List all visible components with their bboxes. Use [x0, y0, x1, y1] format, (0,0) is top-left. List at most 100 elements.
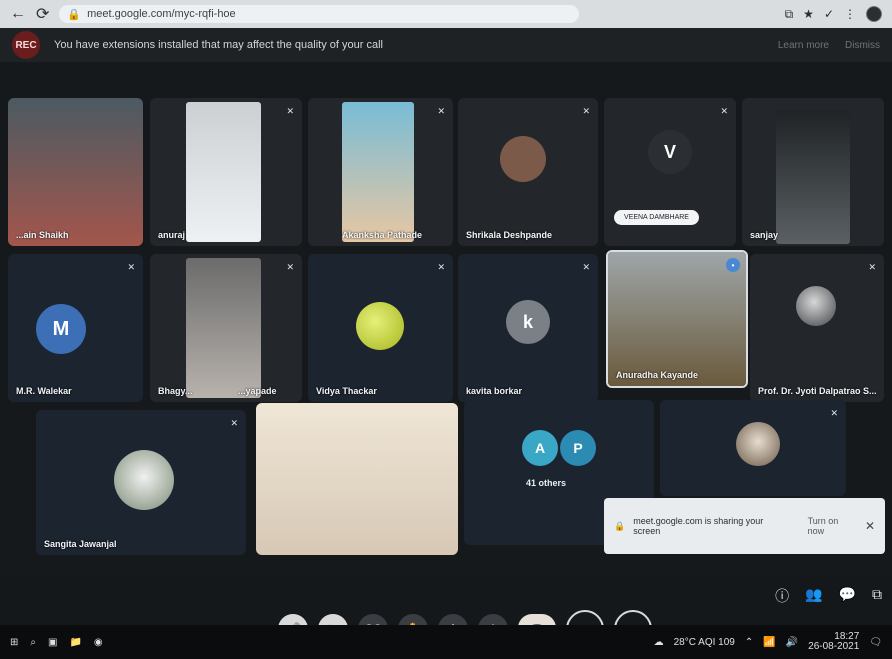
mic-off-icon: ✕	[437, 106, 445, 116]
mic-off-icon: ✕	[286, 106, 294, 116]
participant-avatar	[114, 450, 174, 510]
windows-taskbar: ⊞ ⌕ ▣ 📁 ◉ ☁ 28°C AQI 109 ⌃ 📶 🔊 18:27 26-…	[0, 625, 892, 659]
mic-off-icon: ✕	[230, 418, 238, 428]
participant-name: Anuradha Kayande	[616, 370, 699, 380]
participant-name: ...ain Shaikh	[16, 230, 69, 240]
taskbar-icons: ⊞ ⌕ ▣ 📁 ◉	[10, 637, 103, 648]
chat-icon[interactable]: 💬	[839, 586, 856, 606]
participant-avatar-p: P	[560, 430, 596, 466]
participant-name: Sangita Jawanjal	[44, 539, 117, 549]
participant-video	[8, 98, 143, 246]
menu-icon[interactable]: ⋮	[844, 7, 856, 21]
participant-name-secondary: ...yapade	[238, 386, 277, 396]
weather-text: 28°C AQI 109	[673, 636, 735, 648]
participant-tile-12[interactable]: Prof. Dr. Jyoti Dalpatrao S... ✕	[750, 254, 884, 402]
back-icon[interactable]: ←	[10, 5, 26, 23]
check-icon[interactable]: ✓	[824, 7, 834, 21]
address-bar[interactable]: 🔒 meet.google.com/myc-rqfi-hoe	[59, 5, 580, 23]
participant-name: sanjay	[750, 230, 779, 240]
participant-name: Bhagy...	[158, 386, 193, 396]
file-explorer-icon[interactable]: 📁	[69, 637, 81, 648]
participant-video	[342, 102, 414, 242]
participant-tile-10[interactable]: k kavita borkar ✕	[458, 254, 598, 402]
participant-video	[186, 102, 261, 242]
recording-indicator: REC	[12, 31, 40, 59]
mic-off-icon: ✕	[437, 262, 445, 272]
mic-off-icon: ✕	[868, 262, 876, 272]
participant-tile-1[interactable]: ...ain Shaikh	[8, 98, 143, 246]
info-icon[interactable]: ⓘ	[775, 586, 789, 606]
participant-name: Vidya Thackar	[316, 386, 377, 396]
meet-window: REC You have extensions installed that m…	[0, 28, 892, 659]
mic-off-icon: ✕	[582, 106, 590, 116]
participant-name: Akanksha Pathade	[342, 230, 423, 240]
right-side-controls: ⓘ 👥 💬 ⧉	[775, 586, 882, 606]
participant-video	[608, 252, 746, 386]
browser-icon[interactable]: ◉	[94, 637, 103, 648]
tray-icons[interactable]: ⌃	[745, 637, 753, 648]
mic-off-icon: ✕	[286, 262, 294, 272]
participant-avatar: k	[506, 300, 550, 344]
participant-name: M.R. Walekar	[16, 386, 72, 396]
browser-toolbar: ← ⟳ 🔒 meet.google.com/myc-rqfi-hoe ⧉ ★ ✓…	[0, 0, 892, 28]
participant-video	[186, 258, 261, 398]
mic-off-icon: ✕	[582, 262, 590, 272]
participant-tile-16[interactable]: ✕	[660, 400, 846, 496]
others-count: 41 others	[526, 478, 567, 488]
clock-date: 26-08-2021	[808, 641, 860, 652]
participant-tile-14[interactable]	[256, 403, 458, 555]
participant-avatar	[796, 286, 836, 326]
banner-dismiss[interactable]: Dismiss	[845, 40, 880, 51]
participant-initial: V	[663, 141, 676, 162]
system-tray: ☁ 28°C AQI 109 ⌃ 📶 🔊 18:27 26-08-2021 🗨	[654, 631, 882, 653]
participant-tile-5[interactable]: V VEENA DAMBHARE ✕	[604, 98, 736, 246]
participant-tile-6[interactable]: sanjay	[742, 98, 884, 246]
participant-avatar-a: A	[522, 430, 558, 466]
wifi-icon[interactable]: 📶	[763, 637, 775, 648]
people-icon[interactable]: 👥	[805, 586, 822, 606]
participant-video	[776, 110, 850, 244]
participant-avatar	[356, 302, 404, 350]
participant-video	[256, 403, 458, 555]
toast-action[interactable]: Turn on now	[808, 516, 857, 536]
task-view-icon[interactable]: ▣	[48, 637, 57, 648]
audio-indicator: •	[726, 258, 740, 272]
screen-share-toast: 🔒 meet.google.com is sharing your screen…	[604, 498, 885, 554]
participant-initial: P	[573, 440, 583, 456]
participant-initial: A	[534, 440, 546, 456]
windows-start-icon[interactable]: ⊞	[10, 637, 18, 648]
extension-icon[interactable]: ⧉	[785, 7, 794, 22]
browser-actions: ⧉ ★ ✓ ⋮	[785, 6, 882, 22]
participant-tile-4[interactable]: Shrikala Deshpande ✕	[458, 98, 598, 246]
banner-actions: Learn more Dismiss	[778, 40, 880, 51]
participant-name: VEENA DAMBHARE	[614, 210, 699, 225]
participant-avatar	[500, 136, 546, 182]
participant-name: Shrikala Deshpande	[466, 230, 553, 240]
participant-initial: k	[522, 311, 533, 332]
participant-tile-9[interactable]: Vidya Thackar ✕	[308, 254, 453, 402]
refresh-icon[interactable]: ⟳	[36, 4, 49, 24]
lock-icon: 🔒	[67, 8, 82, 21]
participant-tile-8[interactable]: Bhagy... ...yapade ✕	[150, 254, 302, 402]
participant-initial: M	[52, 317, 70, 340]
activities-icon[interactable]: ⧉	[872, 586, 882, 606]
participant-tile-13[interactable]: Sangita Jawanjal ✕	[36, 410, 246, 555]
participant-name: anuraj	[158, 230, 186, 240]
mic-off-icon: ✕	[830, 408, 838, 418]
clock: 18:27 26-08-2021	[808, 631, 860, 653]
banner-message: You have extensions installed that may a…	[54, 39, 383, 51]
star-icon[interactable]: ★	[803, 7, 814, 21]
participant-tile-2[interactable]: anuraj ✕	[150, 98, 302, 246]
profile-avatar[interactable]	[866, 6, 882, 22]
address-bar-url: meet.google.com/myc-rqfi-hoe	[87, 8, 236, 20]
banner-learn-more[interactable]: Learn more	[778, 40, 829, 51]
mic-off-icon: ✕	[720, 106, 728, 116]
participant-name: kavita borkar	[466, 386, 523, 396]
participant-tile-11-active-speaker[interactable]: • Anuradha Kayande	[606, 250, 748, 388]
participant-tile-3[interactable]: Akanksha Pathade ✕	[308, 98, 453, 246]
volume-icon[interactable]: 🔊	[786, 637, 798, 648]
close-icon[interactable]: ✕	[865, 519, 875, 533]
notifications-icon[interactable]: 🗨	[869, 637, 882, 648]
participant-tile-7[interactable]: M M.R. Walekar ✕	[8, 254, 143, 402]
search-icon[interactable]: ⌕	[30, 637, 36, 648]
